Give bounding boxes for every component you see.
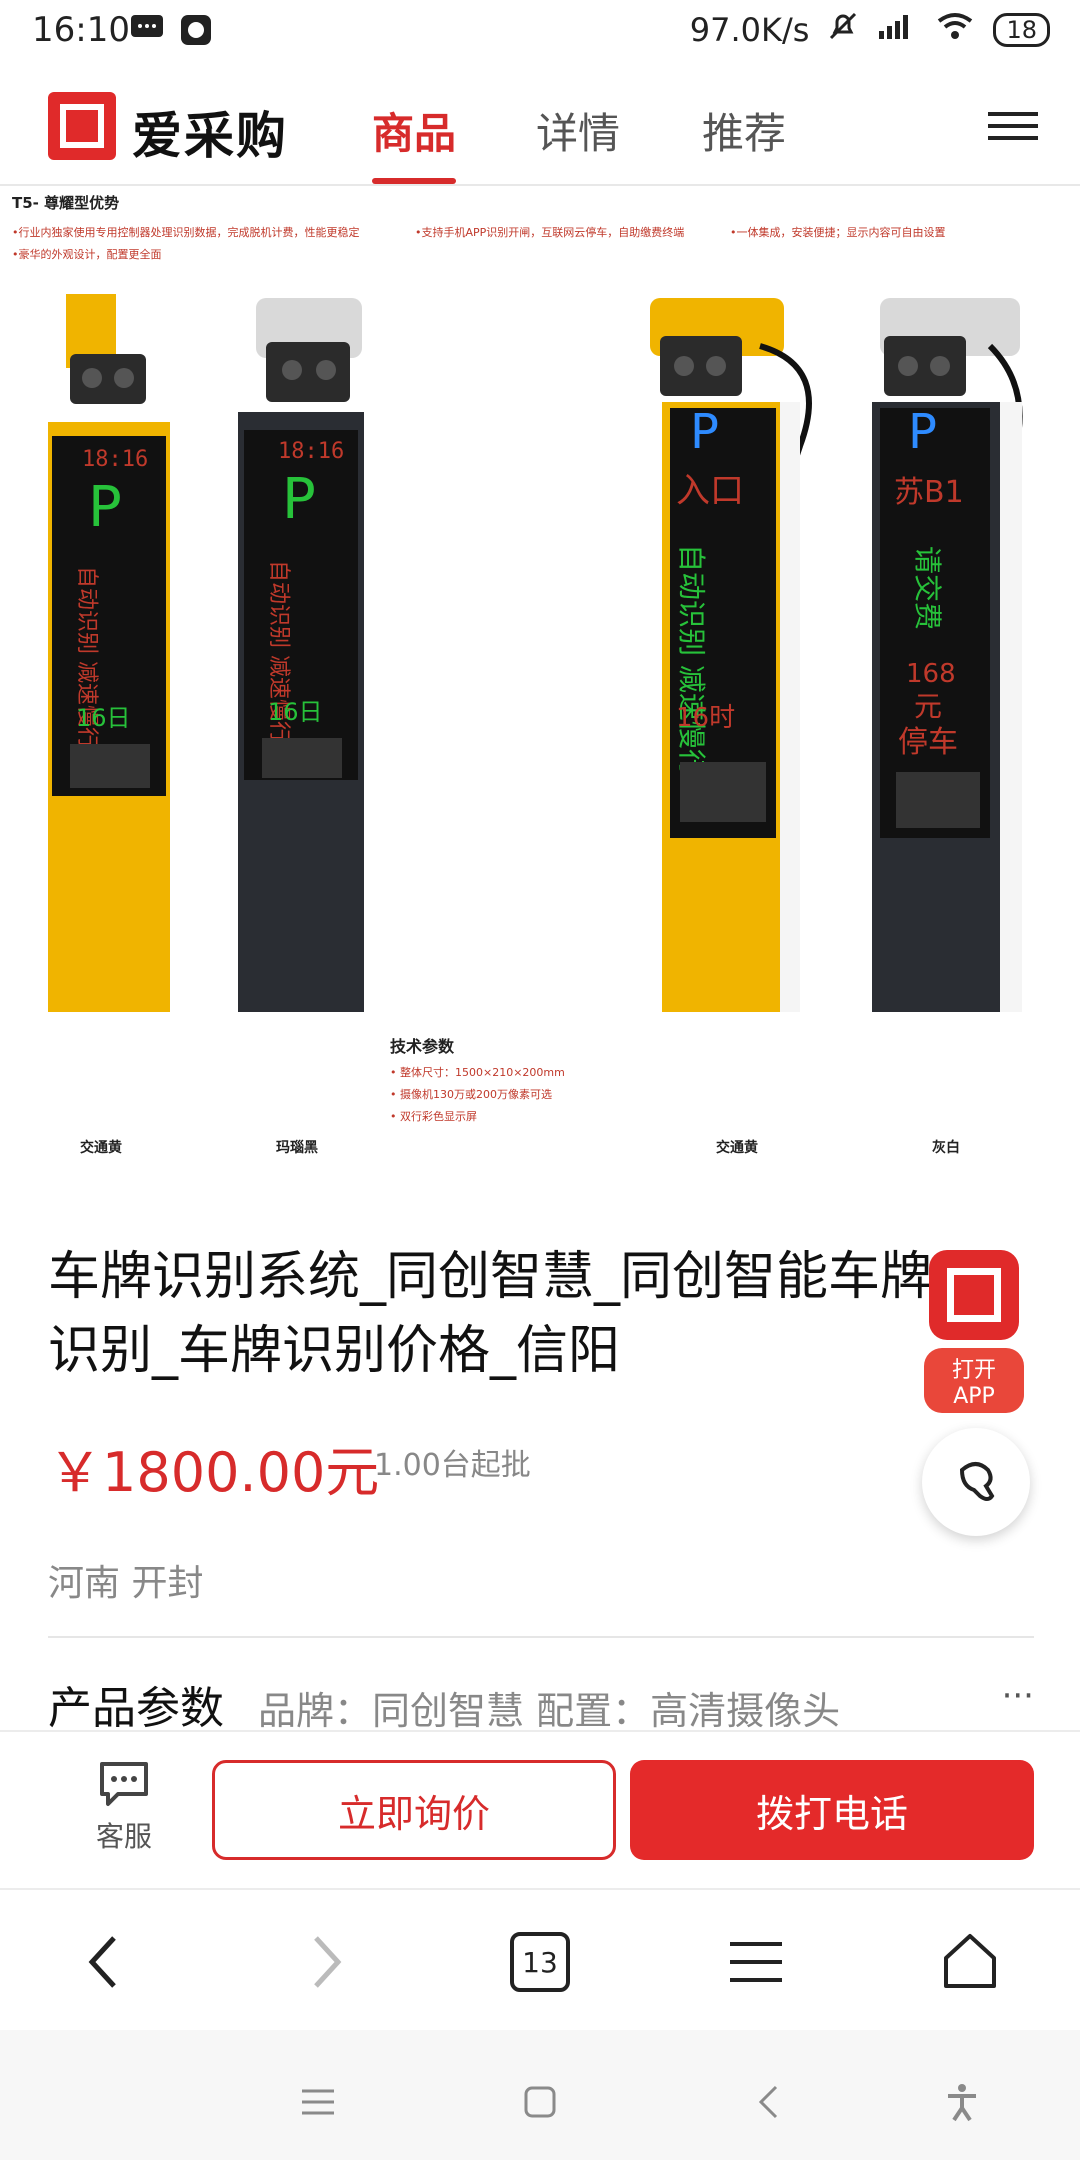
app-notification-icon [180,14,212,50]
active-tab-indicator [372,178,456,184]
tab-count: 13 [510,1932,570,1992]
forward-icon[interactable] [286,1922,366,2002]
open-app-button[interactable]: 打开APP [924,1250,1024,1413]
open-app-label: 打开APP [924,1348,1024,1413]
color-label-2: 玛瑙黑 [276,1139,318,1156]
color-label-4: 灰白 [932,1139,960,1156]
inquiry-button[interactable]: 立即询价 [212,1760,616,1860]
product-image[interactable]: T5- 尊耀型优势 •行业内独家使用专用控制器处理识别数据，完成脱机计费，性能更… [0,186,1080,1166]
feature-2: •支持手机APP识别开闸，互联网云停车，自助缴费终端 [415,225,684,239]
svg-text:P: P [282,467,316,532]
svg-text:• 整体尺寸：1500×210×200mm: • 整体尺寸：1500×210×200mm [390,1065,565,1079]
battery-indicator: 18 [993,13,1050,47]
system-back-icon[interactable] [738,2072,798,2132]
svg-text:16日: 16日 [268,698,323,726]
product-price: ￥1800.00元 [48,1441,380,1504]
home-icon[interactable] [930,1922,1010,2002]
svg-text:18:16: 18:16 [278,439,344,464]
menu-icon[interactable] [988,104,1038,146]
more-icon[interactable]: ··· [1002,1676,1034,1716]
system-navigation [0,2030,1080,2160]
tab-product[interactable]: 商品 [372,100,456,161]
feedback-button[interactable] [922,1428,1030,1536]
color-label-1: 交通黄 [80,1139,122,1156]
pillar-yellow-1: 18:16 P 自动识别 减速慢行 16日 交通黄 [48,294,170,1156]
tab-recommend[interactable]: 推荐 [702,100,786,161]
chat-icon [100,1762,148,1806]
action-bar: 客服 立即询价 拨打电话 [0,1730,1080,1890]
svg-text:自动识别 减速慢行: 自动识别 减速慢行 [675,544,708,777]
browser-toolbar: 13 [0,1888,1080,2032]
feature-4: •豪华的外观设计，配置更全面 [12,247,162,261]
back-icon[interactable] [64,1922,144,2002]
svg-text:请交费: 请交费 [911,546,944,630]
svg-text:• 摄像机130万或200万像素可选: • 摄像机130万或200万像素可选 [390,1087,552,1101]
aicaigou-logo-icon[interactable] [48,92,116,160]
svg-text:16日: 16日 [76,704,131,732]
wifi-icon [935,11,975,49]
system-home-icon[interactable] [510,2072,570,2132]
color-label-3: 交通黄 [716,1139,758,1156]
svg-text:• 双行彩色显示屏: • 双行彩色显示屏 [390,1109,477,1123]
browser-menu-icon[interactable] [716,1922,796,2002]
pillar-white: P 苏B1 请交费 168 元 停车 灰白 [872,298,1023,1156]
customer-service-label: 客服 [95,1820,152,1853]
spec-title: 技术参数 [390,1037,455,1056]
logo-text[interactable]: 爱采购 [132,96,288,168]
accessibility-icon[interactable] [932,2072,992,2132]
svg-text:入口: 入口 [676,471,744,511]
product-title: 车牌识别系统_同创智慧_同创智能车牌识别_车牌识别价格_信阳 [48,1247,933,1381]
params-summary: 品牌：同创智慧 配置：高清摄像头 [258,1689,841,1733]
tab-details[interactable]: 详情 [536,100,620,161]
pillar-black: 18:16 P 自动识别 减速慢行 16日 玛瑙黑 [238,298,364,1156]
feature-1: •行业内独家使用专用控制器处理识别数据，完成脱机计费，性能更稳定 [12,225,360,239]
top-navigation: 爱采购 商品 详情 推荐 [0,66,1080,186]
call-button[interactable]: 拨打电话 [630,1760,1034,1860]
svg-text:16时: 16时 [676,703,735,733]
feedback-icon [948,1452,1004,1512]
svg-text:停车: 停车 [898,725,958,760]
feature-3: •一体集成，安装便捷；显示内容可自由设置 [730,225,946,239]
svg-text:P: P [690,404,719,460]
status-time: 16:10 [32,10,130,50]
aicaigou-app-icon [929,1250,1019,1340]
message-icon [130,14,164,48]
svg-text:苏B1: 苏B1 [894,475,964,510]
svg-text:P: P [908,404,937,460]
svg-text:168: 168 [906,659,956,689]
divider [48,1636,1034,1638]
network-speed: 97.0K/s [689,11,810,49]
svg-text:P: P [88,475,122,540]
svg-text:18:16: 18:16 [82,447,148,472]
pillar-yellow-2: P 入口 自动识别 减速慢行 16时 交通黄 [650,298,812,1156]
svg-text:元: 元 [914,690,942,723]
banner-title: T5- 尊耀型优势 [12,194,119,212]
signal-icon [877,11,917,49]
minimum-order: 1.00台起批 [374,1448,531,1483]
tabs-button[interactable]: 13 [500,1922,580,2002]
recent-apps-icon[interactable] [288,2072,348,2132]
status-bar: 16:10 97.0K/s 18 [0,0,1080,66]
product-location: 河南 开封 [48,1563,204,1604]
customer-service-button[interactable]: 客服 [72,1758,176,1855]
mute-icon [827,10,859,50]
params-title: 产品参数 [48,1683,224,1734]
